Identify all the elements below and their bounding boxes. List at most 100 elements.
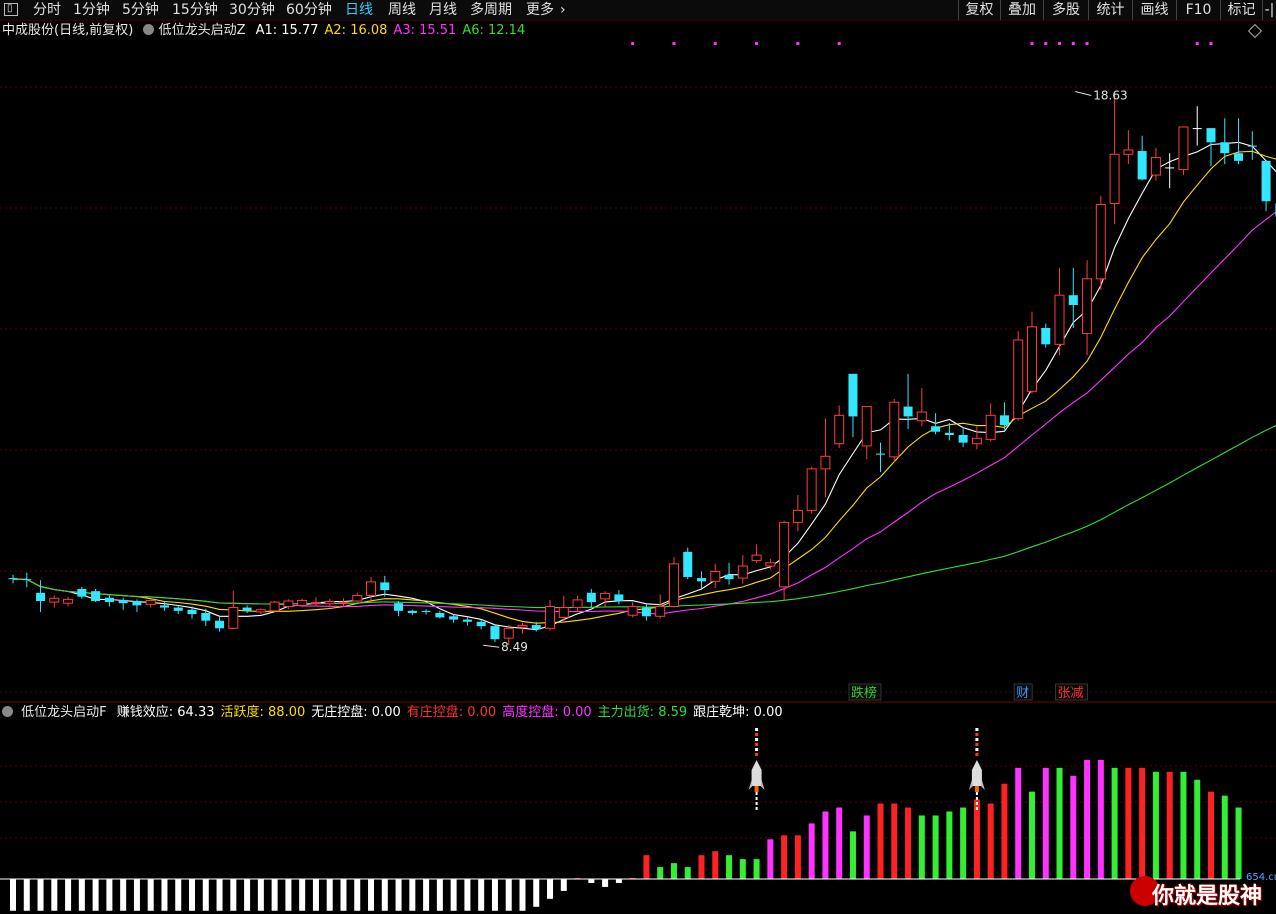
indicator-bar bbox=[891, 803, 898, 879]
candle-body bbox=[215, 620, 225, 629]
indicator-bar bbox=[877, 803, 884, 879]
indicator-bar bbox=[1221, 795, 1228, 879]
candle-body bbox=[1206, 128, 1216, 143]
indicator-bar bbox=[340, 879, 347, 911]
candle bbox=[132, 599, 142, 612]
candle-body bbox=[655, 605, 666, 617]
candle bbox=[820, 418, 831, 498]
candle-body bbox=[792, 509, 803, 523]
annotation: 8.49 bbox=[483, 640, 528, 654]
indicator-bar bbox=[960, 807, 967, 879]
indicator-bar bbox=[1028, 791, 1035, 879]
kline-chart[interactable]: 18.63 8.49 跌榜 财 张减 bbox=[0, 0, 1276, 914]
indicator-bar bbox=[271, 879, 278, 911]
candle-body bbox=[1026, 326, 1037, 392]
candle bbox=[1123, 130, 1134, 165]
candle-body bbox=[283, 600, 294, 607]
rocket-trail bbox=[975, 733, 979, 736]
rocket-trail bbox=[755, 748, 759, 751]
ma-line-20 bbox=[12, 211, 1276, 615]
candle-body bbox=[558, 607, 569, 618]
candle-body bbox=[173, 607, 183, 611]
candle-body bbox=[586, 592, 596, 603]
candle-body bbox=[1123, 149, 1134, 155]
candle bbox=[1247, 131, 1257, 160]
indicator-bar bbox=[51, 879, 58, 911]
candle-body bbox=[724, 574, 734, 580]
candle-body bbox=[931, 426, 941, 432]
candle-body bbox=[572, 599, 583, 609]
candle-body bbox=[380, 582, 390, 591]
event-tag: 张减 bbox=[1055, 683, 1089, 701]
candle bbox=[779, 520, 790, 602]
candle bbox=[751, 544, 762, 563]
candle-body bbox=[297, 599, 308, 606]
candle bbox=[255, 608, 266, 615]
indicator-bar bbox=[1139, 767, 1146, 879]
candle bbox=[310, 597, 321, 607]
indicator-bar bbox=[1235, 807, 1242, 879]
rocket-flame bbox=[754, 786, 759, 792]
candle-body bbox=[1068, 295, 1078, 306]
candle bbox=[792, 495, 803, 532]
candle bbox=[490, 623, 500, 642]
candle-body bbox=[310, 602, 321, 605]
candle bbox=[958, 427, 968, 448]
rocket-trail bbox=[975, 748, 979, 751]
indicator-bar bbox=[133, 879, 140, 911]
candle-body bbox=[1247, 145, 1257, 147]
signal-dot bbox=[1085, 42, 1089, 45]
indicator-bar bbox=[1070, 775, 1077, 879]
indicator-bar bbox=[1001, 783, 1008, 879]
indicator-bar bbox=[533, 879, 540, 907]
indicator-bar bbox=[65, 879, 72, 911]
candle-body bbox=[201, 613, 211, 621]
rocket-body bbox=[751, 760, 762, 786]
candle-body bbox=[737, 565, 748, 579]
grid-lines bbox=[0, 86, 1276, 839]
candle-body bbox=[1013, 339, 1024, 420]
candle bbox=[1137, 135, 1147, 181]
candle-body bbox=[697, 578, 706, 582]
signal-dots bbox=[631, 42, 1213, 45]
indicator-bar bbox=[354, 879, 361, 911]
rocket-trail bbox=[975, 728, 979, 731]
moving-average-lines bbox=[12, 141, 1276, 631]
annotation-label: 18.63 bbox=[1093, 89, 1127, 103]
candle-body bbox=[49, 597, 60, 603]
candle bbox=[834, 405, 845, 449]
indicator-bar bbox=[602, 879, 609, 887]
candle-body bbox=[1082, 278, 1093, 334]
candle bbox=[242, 605, 252, 614]
candle bbox=[1234, 118, 1244, 165]
candle bbox=[1206, 128, 1216, 167]
indicator-bar bbox=[450, 879, 457, 911]
watermark: 你就是股神 654.cn bbox=[1128, 872, 1276, 914]
rocket-trail bbox=[755, 728, 759, 731]
candle-body bbox=[889, 401, 900, 458]
signal-dot bbox=[1071, 42, 1075, 45]
candle-body bbox=[765, 562, 776, 567]
indicator-bar bbox=[505, 879, 512, 911]
indicator-bar bbox=[822, 811, 829, 879]
rocket-trail bbox=[755, 743, 759, 746]
candle bbox=[118, 597, 128, 610]
candle bbox=[627, 602, 638, 618]
candle bbox=[380, 575, 390, 597]
indicator-bar bbox=[781, 835, 788, 879]
candle-body bbox=[779, 521, 790, 588]
candle bbox=[104, 595, 114, 607]
candle-body bbox=[8, 578, 18, 580]
candle-body bbox=[903, 406, 913, 417]
candle-body bbox=[118, 599, 128, 604]
candle-body bbox=[269, 601, 280, 612]
indicator-bar bbox=[1015, 767, 1022, 879]
candle bbox=[49, 595, 60, 608]
rocket-trail bbox=[975, 743, 979, 746]
indicator-bar bbox=[189, 879, 196, 911]
indicator-bar bbox=[808, 823, 815, 879]
indicator-bars bbox=[0, 759, 1242, 911]
candle bbox=[421, 609, 431, 615]
event-tag: 跌榜 bbox=[848, 683, 882, 701]
rocket-trail bbox=[975, 753, 979, 756]
